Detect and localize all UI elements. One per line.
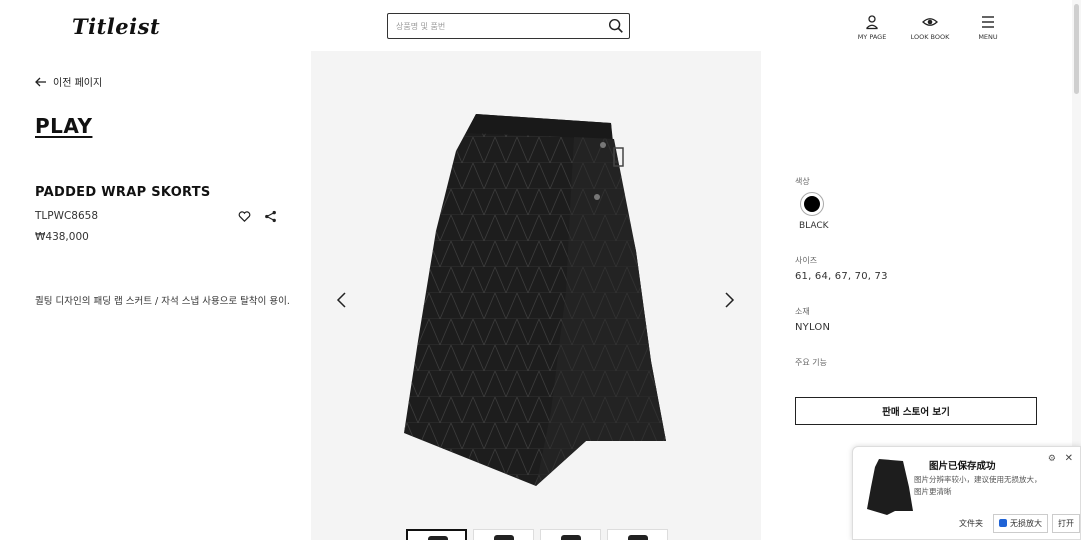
open-button[interactable]: 打开: [1052, 514, 1080, 533]
product-image: [404, 114, 666, 486]
notification-title: 图片已保存成功: [929, 461, 996, 472]
product-name: PADDED WRAP SKORTS: [35, 185, 211, 200]
upscale-button[interactable]: 无损放大: [993, 514, 1048, 533]
swatch-dot: [804, 196, 820, 212]
back-link[interactable]: 이전 페이지: [35, 74, 102, 89]
scrollbar-thumb[interactable]: [1074, 4, 1079, 94]
size-label: 사이즈: [795, 256, 818, 265]
nav-menu[interactable]: MENU: [967, 14, 1009, 41]
thumbnail-strip: [406, 529, 668, 540]
product-gallery: [311, 51, 761, 540]
user-icon: [866, 15, 878, 30]
material-label: 소재: [795, 307, 810, 316]
nav-my-page[interactable]: MY PAGE: [851, 14, 893, 41]
notification-actions: 文件夹 无损放大 打开: [953, 514, 1080, 533]
thumbnail-3[interactable]: [540, 529, 601, 540]
features-label: 주요 기능: [795, 358, 827, 367]
material-value: NYLON: [795, 322, 831, 333]
thumbnail-image: [628, 535, 648, 540]
product-sku: TLPWC8658: [35, 210, 99, 222]
product-description: 퀼팅 디자인의 패딩 랩 스커트 / 자석 스냅 사용으로 탈착이 용이.: [35, 296, 290, 307]
hamburger-icon: [982, 16, 994, 28]
search-input[interactable]: [396, 18, 601, 34]
nav-look-book-label: LOOK BOOK: [910, 33, 950, 41]
top-nav: MY PAGE LOOK BOOK MENU: [851, 14, 1009, 41]
back-link-label: 이전 페이지: [53, 78, 103, 89]
thumbnail-2[interactable]: [473, 529, 534, 540]
thumbnail-1[interactable]: [406, 529, 467, 540]
product-price: ₩438,000: [35, 231, 89, 243]
notification-thumbnail: [867, 459, 913, 515]
gear-icon[interactable]: ⚙: [1048, 454, 1056, 464]
nav-look-book[interactable]: LOOK BOOK: [909, 14, 951, 41]
thumbnail-image: [494, 535, 514, 540]
open-folder-button[interactable]: 文件夹: [953, 514, 989, 533]
search-icon[interactable]: [607, 17, 625, 35]
color-swatch-black[interactable]: [800, 192, 824, 216]
size-values: 61, 64, 67, 70, 73: [795, 271, 888, 282]
upscale-app-icon: [999, 519, 1007, 527]
search-box[interactable]: [387, 13, 630, 39]
close-icon[interactable]: ✕: [1065, 453, 1073, 464]
heart-icon[interactable]: [238, 210, 251, 223]
titleist-logo[interactable]: Titleist: [72, 14, 160, 39]
thumbnail-image: [561, 535, 581, 540]
thumbnail-image: [428, 536, 448, 540]
chevron-left-icon[interactable]: [335, 291, 349, 309]
view-store-button[interactable]: 판매 스토어 보기: [795, 397, 1037, 425]
chevron-right-icon[interactable]: [722, 291, 736, 309]
color-label: 색상: [795, 177, 810, 186]
nav-my-page-label: MY PAGE: [857, 33, 887, 41]
color-name: BLACK: [799, 221, 829, 231]
thumbnail-4[interactable]: [607, 529, 668, 540]
upscale-button-label: 无损放大: [1010, 519, 1042, 528]
notification-body: 图片分辨率较小，建议使用无损放大，图片更清晰: [914, 475, 1042, 496]
product-line-link[interactable]: PLAY: [35, 114, 92, 138]
eye-icon: [922, 18, 938, 26]
nav-menu-label: MENU: [978, 33, 998, 41]
save-notification: 图片已保存成功 图片分辨率较小，建议使用无损放大，图片更清晰 ⚙ ✕ 文件夹 无…: [852, 446, 1081, 540]
arrow-left-icon: [35, 77, 46, 86]
share-icon[interactable]: [264, 210, 277, 223]
